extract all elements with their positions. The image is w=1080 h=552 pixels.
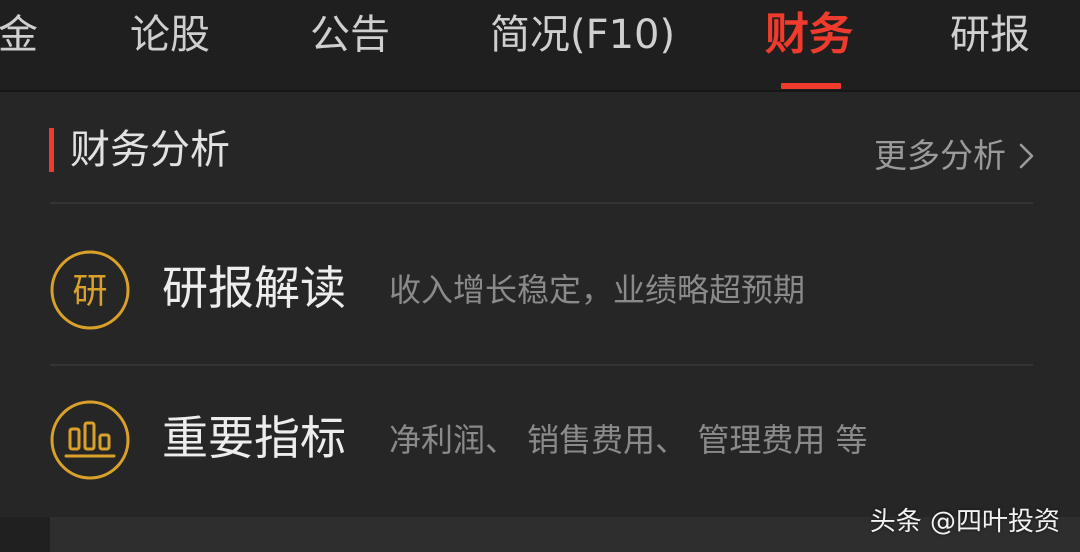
row-divider bbox=[50, 364, 1033, 366]
research-report-row[interactable]: 研 研报解读 收入增长稳定，业绩略超预期 bbox=[0, 228, 1080, 348]
tab-bar: 金 论股 公告 简况(F10) 财务 研报 bbox=[0, 0, 1080, 90]
tab-f10-overview[interactable]: 简况(F10) bbox=[490, 4, 675, 66]
key-indicators-title: 重要指标 bbox=[162, 411, 346, 465]
financial-analysis-card: 财务分析 更多分析 研 研报解读 收入增长稳定，业绩略超预期 重要指标 净利润、… bbox=[0, 92, 1080, 517]
tab-research-reports[interactable]: 研报 bbox=[950, 4, 1030, 66]
tab-discussion[interactable]: 论股 bbox=[130, 4, 210, 66]
watermark: 头条 @四叶投资 bbox=[869, 507, 1060, 537]
key-indicators-description: 净利润、 销售费用、 管理费用 等 bbox=[389, 421, 868, 459]
tab-finance[interactable]: 财务 bbox=[765, 4, 853, 66]
section-divider bbox=[50, 202, 1033, 204]
research-report-description: 收入增长稳定，业绩略超预期 bbox=[389, 271, 806, 309]
tab-announcements[interactable]: 公告 bbox=[310, 4, 390, 66]
active-tab-indicator bbox=[781, 83, 841, 89]
more-analysis-link[interactable]: 更多分析 bbox=[874, 134, 1036, 178]
research-report-title: 研报解读 bbox=[162, 261, 346, 315]
research-icon-glyph: 研 bbox=[72, 272, 107, 312]
key-indicators-row[interactable]: 重要指标 净利润、 销售费用、 管理费用 等 bbox=[0, 378, 1080, 498]
bottom-gutter bbox=[0, 517, 50, 552]
more-analysis-label: 更多分析 bbox=[874, 136, 1006, 175]
bar-chart-icon bbox=[50, 400, 130, 480]
section-accent-bar bbox=[49, 128, 54, 172]
section-title: 财务分析 bbox=[70, 127, 230, 173]
tab-fund[interactable]: 金 bbox=[0, 4, 38, 66]
chevron-right-icon bbox=[1019, 143, 1034, 169]
research-report-icon: 研 bbox=[50, 250, 130, 330]
